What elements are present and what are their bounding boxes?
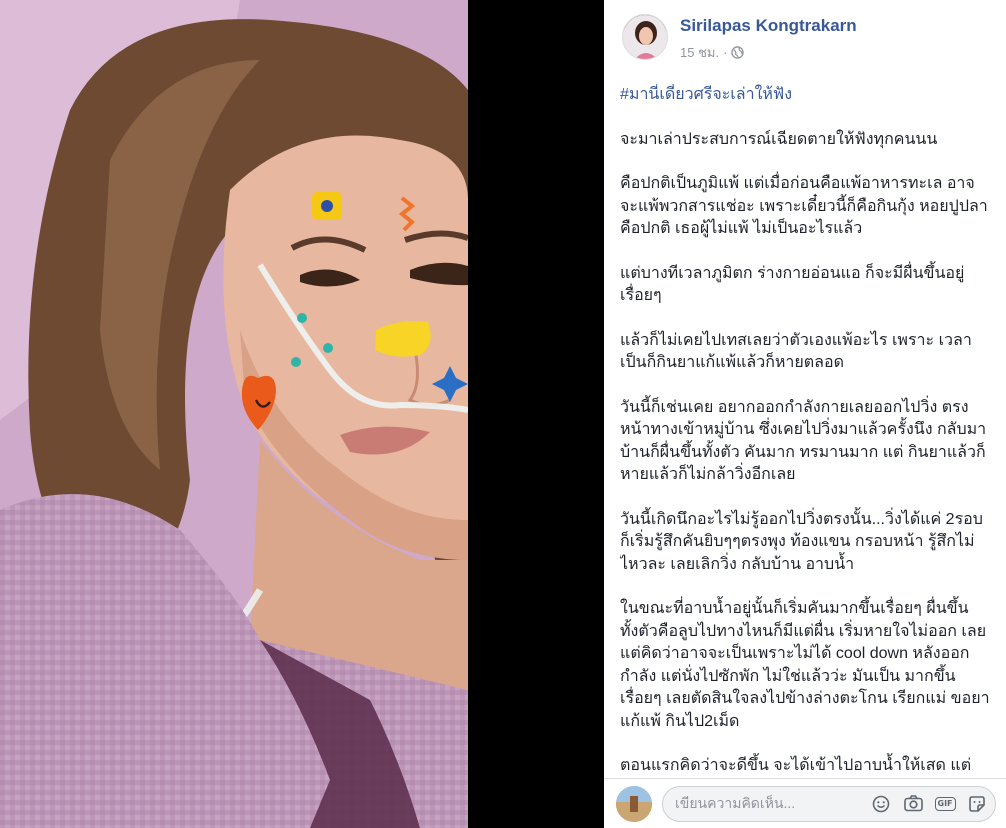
post-paragraph: จะมาเล่าประสบการณ์เฉียดตายให้ฟังทุกคนนน (620, 130, 938, 148)
author-info: Sirilapas Kongtrakarn 15 ชม. · (680, 14, 857, 63)
post-paragraph: วันนี้เกิดนึกอะไรไม่รู้ออกไปวิ่งตรงนั้น.… (620, 510, 983, 573)
viewer-avatar[interactable] (616, 785, 652, 822)
gif-label: GIF (934, 796, 956, 811)
post-paragraph: วันนี้ก็เช่นเคย อยากออกกำลังกายเลยออกไปว… (620, 398, 987, 484)
post-paragraph: คือปกติเป็นภูมิแพ้ แต่เมื่อก่อนคือแพ้อาห… (620, 175, 988, 237)
comment-composer: เขียนความคิดเห็น... GIF (604, 778, 1006, 828)
post-photo[interactable] (0, 0, 468, 828)
comment-placeholder[interactable]: เขียนความคิดเห็น... (675, 793, 871, 815)
post-paragraph: แล้วก็ไม่เคยไปเทสเลยว่าตัวเองแพ้อะไร เพร… (620, 331, 972, 372)
meta-separator: · (723, 45, 728, 60)
post-panel: Sirilapas Kongtrakarn 15 ชม. · #มานี่เดี… (604, 0, 1006, 828)
photo-viewer: Sirilapas Kongtrakarn 15 ชม. · #มานี่เดี… (0, 0, 1006, 828)
post-meta: 15 ชม. · (680, 42, 857, 63)
author-name[interactable]: Sirilapas Kongtrakarn (680, 16, 857, 36)
post-timestamp[interactable]: 15 ชม. (680, 42, 719, 63)
post-header: Sirilapas Kongtrakarn 15 ชม. · (622, 14, 996, 66)
comment-tools: GIF (871, 794, 987, 814)
globe-icon[interactable] (731, 46, 745, 59)
post-hashtag[interactable]: #มานี่เดี๋ยวศรีจะเล่าให้ฟัง (620, 84, 990, 107)
smiley-icon[interactable] (871, 794, 891, 814)
post-paragraph: ตอนแรกคิดว่าจะดีขึ้น จะได้เข้าไปอาบน้ำให… (620, 757, 972, 774)
gif-icon[interactable]: GIF (934, 794, 956, 814)
sticker-icon[interactable] (967, 794, 987, 814)
photo-stage[interactable] (0, 0, 604, 828)
author-avatar[interactable] (622, 14, 668, 60)
post-text: #มานี่เดี๋ยวศรีจะเล่าให้ฟัง จะมาเล่าประส… (620, 84, 990, 776)
camera-icon[interactable] (903, 794, 923, 814)
post-paragraph: ในขณะที่อาบน้ำอยู่นั้นก็เริ่มคันมากขึ้นเ… (620, 600, 990, 730)
post-paragraph: แต่บางทีเวลาภูมิตก ร่างกายอ่อนแอ ก็จะมีผ… (620, 264, 965, 305)
comment-input[interactable]: เขียนความคิดเห็น... GIF (662, 785, 996, 822)
